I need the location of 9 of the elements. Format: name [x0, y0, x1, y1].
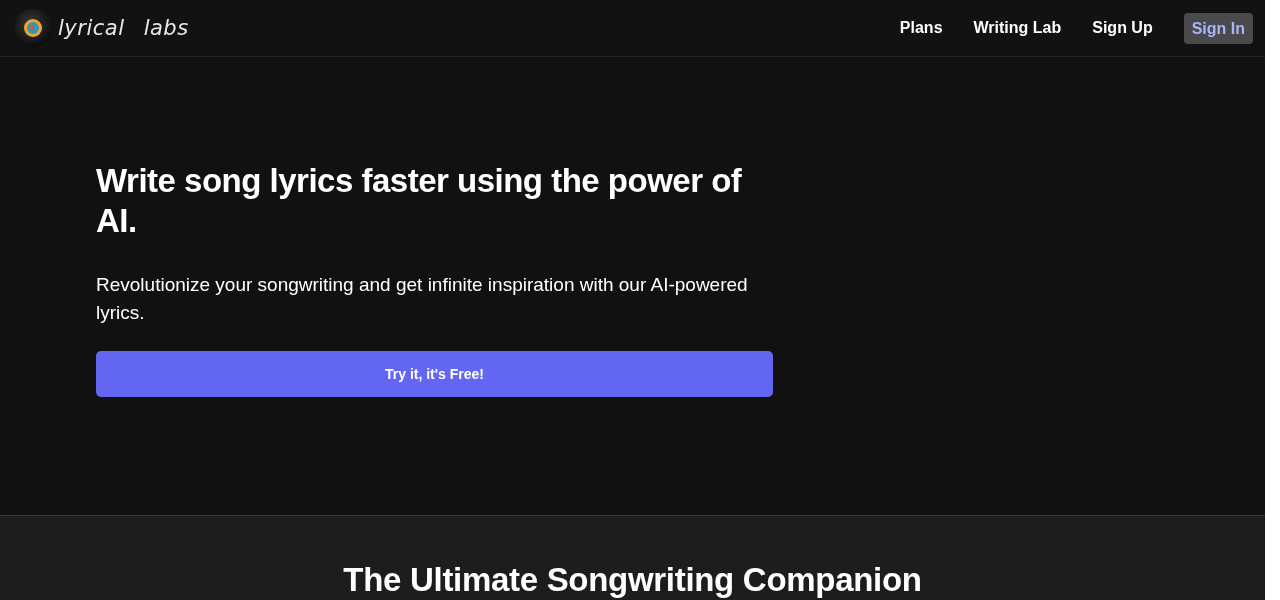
nav-link[interactable]: Sign Up	[1092, 19, 1153, 37]
features-title: The Ultimate Songwriting Companion	[343, 560, 922, 600]
sign-in-button[interactable]: Sign In	[1183, 12, 1253, 44]
nav-link[interactable]: Plans	[899, 19, 943, 37]
hero-title: Write song lyrics faster using the power of AI.	[96, 161, 743, 241]
logo-wordmark[interactable]: lyrical labs	[58, 16, 189, 40]
hero-subtitle: Revolutionize your songwriting and get infinite inspiration with our AI-powered lyrics.	[96, 273, 749, 325]
try-free-button[interactable]: Try it, it's Free!	[96, 351, 773, 397]
nav-link[interactable]: Writing Lab	[973, 19, 1062, 37]
